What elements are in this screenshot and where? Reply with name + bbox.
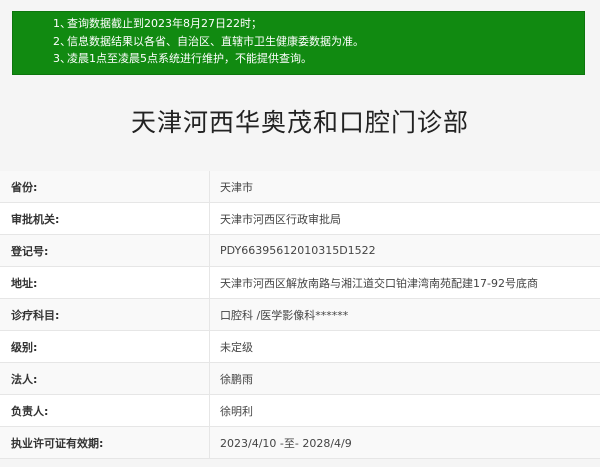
row-label: 诊疗科目: — [0, 298, 210, 331]
table-row: 审批机关: 天津市河西区行政审批局 — [0, 202, 600, 235]
row-label: 执业许可证有效期: — [0, 426, 210, 459]
row-value: 天津市河西区行政审批局 — [209, 202, 600, 235]
table-row: 登记号: PDY66395612010315D1522 — [0, 234, 600, 267]
table-row: 法人: 徐鹏雨 — [0, 362, 600, 395]
row-value: PDY66395612010315D1522 — [209, 234, 600, 267]
table-row: 省份: 天津市 — [0, 171, 600, 203]
clinic-info-table: 省份: 天津市 审批机关: 天津市河西区行政审批局 登记号: PDY663956… — [0, 171, 600, 459]
notice-item-number: 2、 — [53, 34, 71, 48]
row-label: 省份: — [0, 171, 210, 203]
row-label: 级别: — [0, 330, 210, 363]
row-value: 2023/4/10 -至- 2028/4/9 — [209, 426, 600, 459]
notice-item-number: 3、 — [53, 52, 71, 65]
notice-item: 3、凌晨1点至凌晨5点系统进行维护，不能提供查询。 — [53, 50, 584, 68]
row-label: 登记号: — [0, 234, 210, 267]
notice-item: 2、信息数据结果以各省、自治区、直辖市卫生健康委数据为准。 — [53, 33, 584, 51]
row-value: 徐鹏雨 — [209, 362, 600, 395]
row-value: 天津市 — [209, 171, 600, 203]
table-row: 负责人: 徐明利 — [0, 394, 600, 427]
row-label: 审批机关: — [0, 202, 210, 235]
notice-item-text: 信息数据结果以各省、自治区、直辖市卫生健康委数据为准。 — [67, 34, 364, 48]
row-value: 口腔科 /医学影像科****** — [209, 298, 600, 331]
row-label: 负责人: — [0, 394, 210, 427]
notice-item-text: 凌晨1点至凌晨5点系统进行维护，不能提供查询。 — [67, 52, 312, 65]
row-value: 未定级 — [209, 330, 600, 363]
notice-item-number: 1、 — [53, 17, 71, 30]
table-row: 执业许可证有效期: 2023/4/10 -至- 2028/4/9 — [0, 426, 600, 459]
notice-item-text: 查询数据截止到2023年8月27日22时； — [67, 17, 262, 30]
table-row: 地址: 天津市河西区解放南路与湘江道交口铂津湾南苑配建17-92号底商 — [0, 266, 600, 299]
table-row: 诊疗科目: 口腔科 /医学影像科****** — [0, 298, 600, 331]
row-value: 徐明利 — [209, 394, 600, 427]
row-label: 法人: — [0, 362, 210, 395]
notice-banner: 1、查询数据截止到2023年8月27日22时； 2、信息数据结果以各省、自治区、… — [12, 11, 585, 75]
table-row: 级别: 未定级 — [0, 330, 600, 363]
row-value: 天津市河西区解放南路与湘江道交口铂津湾南苑配建17-92号底商 — [209, 266, 600, 299]
notice-item: 1、查询数据截止到2023年8月27日22时； — [53, 15, 584, 33]
row-label: 地址: — [0, 266, 210, 299]
page-title: 天津河西华奥茂和口腔门诊部 — [130, 108, 469, 137]
